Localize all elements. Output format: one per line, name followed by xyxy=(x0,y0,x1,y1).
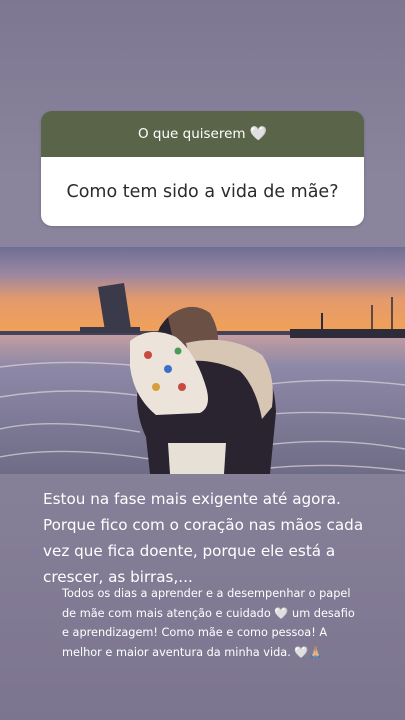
story-caption-secondary: Todos os dias a aprender e a desempenhar… xyxy=(62,584,362,662)
sunset-beach-photo xyxy=(0,247,405,474)
question-sticker-header: O que quiserem 🤍 xyxy=(41,111,364,157)
question-sticker[interactable]: O que quiserem 🤍 Como tem sido a vida de… xyxy=(41,111,364,226)
story-screen[interactable]: { "question_sticker": { "prompt": "O que… xyxy=(0,0,405,720)
white-heart-icon: 🤍 xyxy=(249,126,267,142)
heart-praying-hands-icon: 🤍🙏🏼 xyxy=(294,645,323,659)
question-prompt: O que quiserem xyxy=(137,126,246,142)
story-caption-main: Estou na fase mais exigente até agora. P… xyxy=(43,490,364,586)
photo-illustration xyxy=(0,247,405,474)
white-heart-icon: 🤍 xyxy=(274,606,289,620)
question-text: Como tem sido a vida de mãe? xyxy=(41,157,364,226)
